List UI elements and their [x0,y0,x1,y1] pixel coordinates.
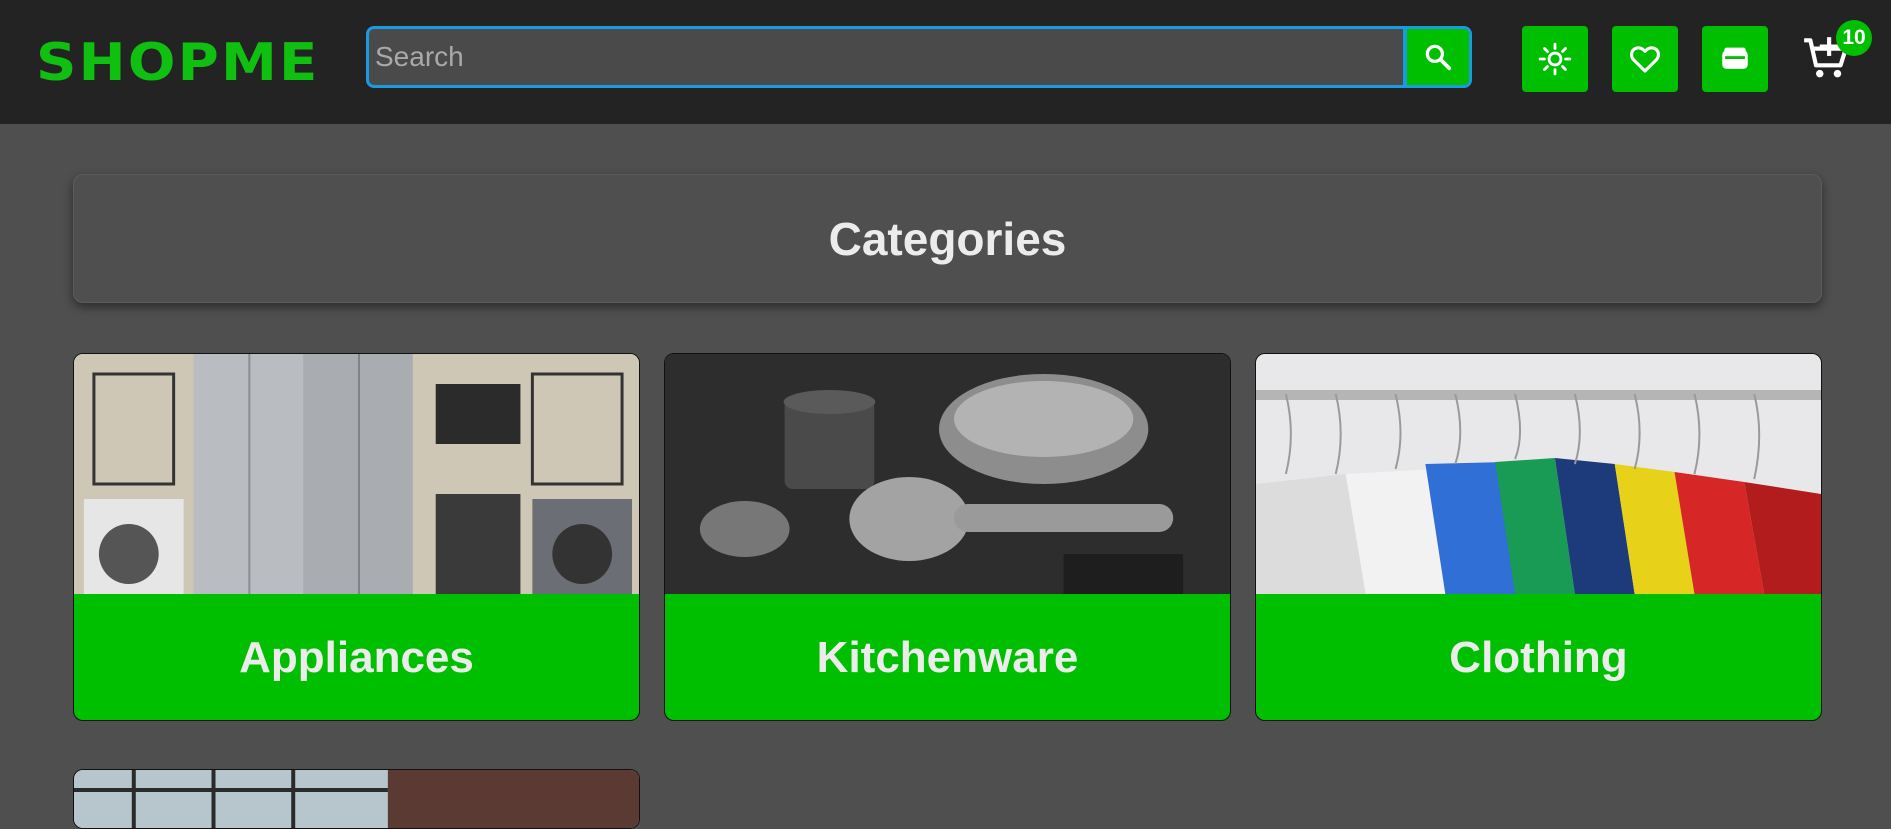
category-image [1256,354,1821,594]
category-label: Kitchenware [816,633,1079,682]
search-input[interactable] [369,29,1405,85]
page-title: Categories [828,212,1067,265]
category-card-partial[interactable] [73,769,640,829]
wallet-icon [1722,47,1748,69]
sun-icon [1538,42,1572,76]
top-bar: SHOPME Search 10 [0,0,1891,124]
categories-header: Categories [73,174,1822,303]
logo[interactable]: SHOPME [36,34,320,92]
category-card-kitchenware[interactable]: Kitchenware [664,353,1231,721]
wishlist-button[interactable] [1612,26,1678,92]
wallet-button[interactable] [1702,26,1768,92]
cart-count-badge: 10 [1836,20,1872,56]
search-icon [1425,44,1452,71]
category-image [74,354,639,594]
category-label: Appliances [239,633,474,682]
category-image [74,770,639,828]
category-label: Clothing [1449,633,1628,682]
heart-icon [1630,46,1660,73]
category-image [665,354,1230,594]
theme-toggle-button[interactable] [1522,26,1588,92]
category-card-appliances[interactable]: Appliances [73,353,640,721]
search-button[interactable] [1403,29,1469,85]
category-card-clothing[interactable]: Clothing [1255,353,1822,721]
search-bar [366,26,1472,88]
